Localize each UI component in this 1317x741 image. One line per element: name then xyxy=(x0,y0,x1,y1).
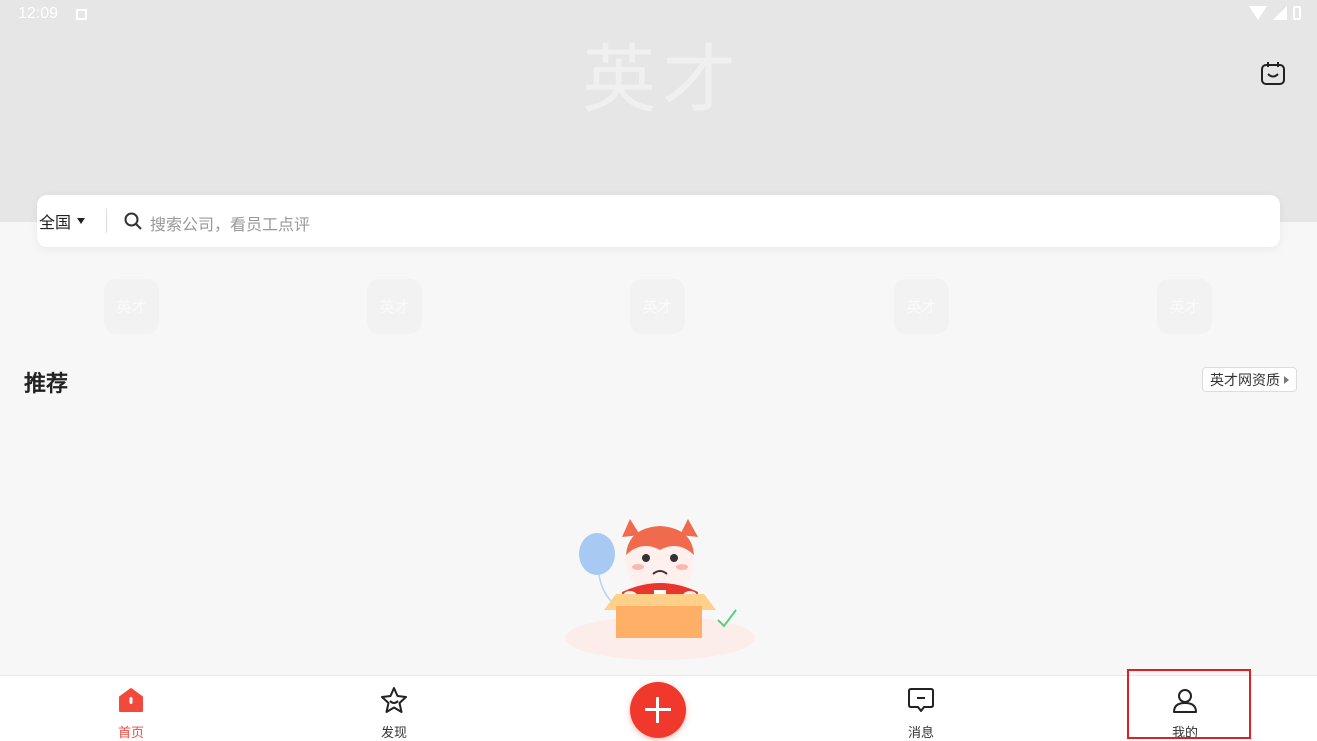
shortcut-item[interactable]: 英才 xyxy=(1157,279,1212,334)
highlight-box xyxy=(1127,669,1251,739)
logo-watermark: 英才 xyxy=(582,37,742,123)
message-icon xyxy=(908,688,934,712)
wifi-icon xyxy=(1249,6,1267,20)
search-divider xyxy=(106,209,107,233)
qualification-label: 英才网资质 xyxy=(1210,372,1280,389)
section-title-recommend: 推荐 xyxy=(24,372,69,397)
signal-icon xyxy=(1273,6,1287,20)
shortcut-item[interactable]: 英才 xyxy=(894,279,949,334)
shortcut-item[interactable]: 英才 xyxy=(630,279,685,334)
qualification-button[interactable]: 英才网资质 xyxy=(1202,367,1297,392)
region-label: 全国 xyxy=(39,213,72,232)
battery-icon xyxy=(1293,6,1301,20)
notification-icon xyxy=(76,9,87,20)
status-bar: 12:09 xyxy=(0,0,1317,28)
dropdown-arrow-icon xyxy=(77,218,86,224)
empty-state-fox-illustration xyxy=(565,519,755,660)
search-icon xyxy=(124,212,142,230)
status-time: 12:09 xyxy=(18,5,59,22)
shortcut-row: 英才 英才 英才 英才 英才 xyxy=(0,279,1317,335)
tab-discover-label: 发现 xyxy=(380,726,407,741)
add-post-button[interactable] xyxy=(630,682,686,738)
tab-home[interactable]: 首页 xyxy=(71,676,191,741)
search-input[interactable]: 搜索公司，看员工点评 xyxy=(150,211,310,235)
calendar-checkin-icon[interactable] xyxy=(1259,60,1287,88)
shortcut-item[interactable]: 英才 xyxy=(104,279,159,334)
region-selector[interactable]: 全国 xyxy=(39,195,86,247)
tab-discover[interactable]: 发现 xyxy=(334,676,454,741)
tab-messages-label: 消息 xyxy=(907,726,934,741)
shortcut-item[interactable]: 英才 xyxy=(367,279,422,334)
status-icons xyxy=(1249,6,1301,20)
home-icon xyxy=(119,688,143,712)
tab-messages[interactable]: 消息 xyxy=(861,676,981,741)
star-icon xyxy=(381,687,407,713)
chevron-right-icon xyxy=(1284,375,1289,384)
tab-home-label: 首页 xyxy=(117,726,144,741)
header-banner: 英才 xyxy=(0,0,1317,222)
search-bar[interactable]: 全国 搜索公司，看员工点评 xyxy=(37,195,1280,247)
